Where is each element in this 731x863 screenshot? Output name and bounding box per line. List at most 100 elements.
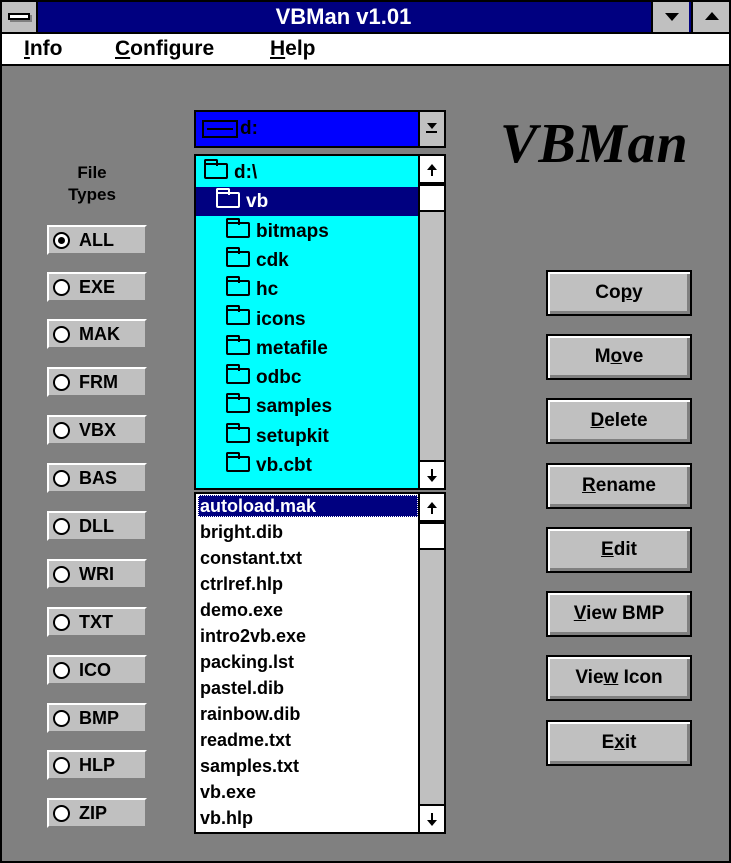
radio-circle-icon (53, 422, 70, 439)
directory-scrollbar[interactable] (418, 156, 444, 488)
file-type-radio-exe[interactable]: EXE (47, 272, 147, 302)
menu-info-label: nfo (29, 37, 63, 60)
folder-icon (226, 451, 250, 472)
file-item[interactable]: pastel.dib (200, 677, 284, 699)
title-bar[interactable]: VBMan v1.01 (2, 2, 729, 34)
exit-button[interactable]: Exit (546, 720, 692, 766)
directory-item[interactable]: bitmaps (196, 217, 329, 246)
file-types-label-line1: File (77, 163, 107, 182)
file-item[interactable]: vb.hlp (200, 807, 253, 829)
menu-info[interactable]: Info (24, 34, 63, 64)
directory-item[interactable]: cdk (196, 246, 289, 275)
menu-help[interactable]: Help (270, 34, 316, 64)
folder-icon (226, 364, 250, 385)
file-type-label: VBX (79, 420, 117, 440)
directory-name: d:\ (234, 162, 258, 183)
file-type-label: DLL (79, 516, 114, 536)
directory-item[interactable]: setupkit (196, 422, 329, 451)
folder-icon (226, 422, 250, 443)
file-item[interactable]: ctrlref.hlp (200, 573, 283, 595)
directory-scroll-up-button[interactable] (420, 156, 444, 184)
folder-open-icon (204, 158, 228, 179)
copy-button-text: Co (595, 282, 621, 303)
file-type-radio-zip[interactable]: ZIP (47, 798, 147, 828)
directory-list[interactable]: d:\ vb bitmaps cdk hc icons metafile odbc sample… (194, 154, 446, 490)
file-type-label: TXT (79, 612, 113, 632)
view-bmp-button[interactable]: View BMP (546, 591, 692, 637)
move-button[interactable]: Move (546, 334, 692, 380)
file-scroll-down-button[interactable] (420, 804, 444, 832)
exit-button-text: E (601, 732, 615, 753)
directory-item[interactable]: metafile (196, 334, 328, 363)
rename-button[interactable]: Rename (546, 463, 692, 509)
menu-configure-mnemonic: C (115, 37, 131, 60)
edit-button-text: dit (613, 539, 637, 560)
directory-name: cdk (256, 249, 289, 271)
file-item[interactable]: readme.txt (200, 729, 291, 751)
arrow-up-stem-icon (431, 508, 433, 514)
file-type-radio-txt[interactable]: TXT (47, 607, 147, 637)
app-logo: VBMan (500, 113, 689, 175)
directory-item[interactable]: d:\ (196, 158, 257, 187)
view-icon-button-text: Vie (575, 667, 604, 688)
file-type-radio-vbx[interactable]: VBX (47, 415, 147, 445)
file-type-radio-frm[interactable]: FRM (47, 367, 147, 397)
maximize-button[interactable] (691, 2, 729, 32)
rename-button-mnemonic: R (582, 475, 596, 496)
folder-icon (226, 217, 250, 238)
main-window: VBMan v1.01 Info Configure Help VBMan Fi… (0, 0, 731, 863)
file-item[interactable]: rainbow.dib (200, 703, 300, 725)
file-type-label: MAK (79, 324, 120, 344)
drive-dropdown-button[interactable] (418, 112, 444, 146)
directory-item[interactable]: vb (196, 187, 420, 217)
directory-scroll-down-button[interactable] (420, 460, 444, 488)
directory-item[interactable]: vb.cbt (196, 451, 312, 480)
minimize-button[interactable] (651, 2, 689, 32)
file-type-radio-ico[interactable]: ICO (47, 655, 147, 685)
exit-button-mnemonic: x (614, 732, 625, 753)
directory-item[interactable]: odbc (196, 363, 301, 392)
directory-item[interactable]: hc (196, 275, 278, 304)
file-type-radio-bmp[interactable]: BMP (47, 703, 147, 733)
file-item[interactable]: packing.lst (200, 651, 294, 673)
delete-button[interactable]: Delete (546, 398, 692, 444)
minimize-icon (665, 13, 679, 21)
menu-configure[interactable]: Configure (115, 34, 214, 64)
directory-name: vb.cbt (256, 455, 312, 476)
view-icon-button[interactable]: View Icon (546, 655, 692, 701)
menu-help-mnemonic: H (270, 37, 286, 60)
radio-circle-icon (53, 470, 70, 487)
file-item[interactable]: bright.dib (200, 521, 283, 543)
directory-scroll-thumb[interactable] (420, 184, 444, 212)
move-button-mnemonic: o (610, 346, 623, 367)
directory-item[interactable]: samples (196, 392, 332, 421)
file-type-radio-wri[interactable]: WRI (47, 559, 147, 589)
edit-button[interactable]: Edit (546, 527, 692, 573)
file-type-radio-mak[interactable]: MAK (47, 319, 147, 349)
file-item[interactable]: intro2vb.exe (200, 625, 306, 647)
file-item[interactable]: autoload.mak (198, 495, 418, 517)
system-menu-button[interactable] (2, 2, 38, 32)
file-scroll-up-button[interactable] (420, 494, 444, 522)
file-scroll-thumb[interactable] (420, 522, 444, 550)
folder-open-icon (216, 188, 240, 209)
file-type-label: ZIP (79, 803, 108, 823)
file-types-label: File Types (42, 162, 142, 206)
file-scrollbar[interactable] (418, 494, 444, 832)
arrow-down-stem-icon (431, 469, 433, 476)
file-item[interactable]: constant.txt (200, 547, 302, 569)
copy-button[interactable]: Copy (546, 270, 692, 316)
radio-circle-icon (53, 710, 70, 727)
file-item[interactable]: samples.txt (200, 755, 299, 777)
file-type-radio-all[interactable]: ALL (47, 225, 147, 255)
drive-select[interactable]: d: (194, 110, 446, 148)
directory-item[interactable]: icons (196, 305, 306, 334)
file-type-label: HLP (79, 755, 115, 775)
file-type-radio-dll[interactable]: DLL (47, 511, 147, 541)
file-type-radio-hlp[interactable]: HLP (47, 750, 147, 780)
file-item[interactable]: demo.exe (200, 599, 283, 621)
file-list[interactable]: autoload.mak bright.dib constant.txt ctrlre… (194, 492, 446, 834)
file-type-radio-bas[interactable]: BAS (47, 463, 147, 493)
directory-name: vb (246, 191, 269, 213)
file-item[interactable]: vb.exe (200, 781, 256, 803)
